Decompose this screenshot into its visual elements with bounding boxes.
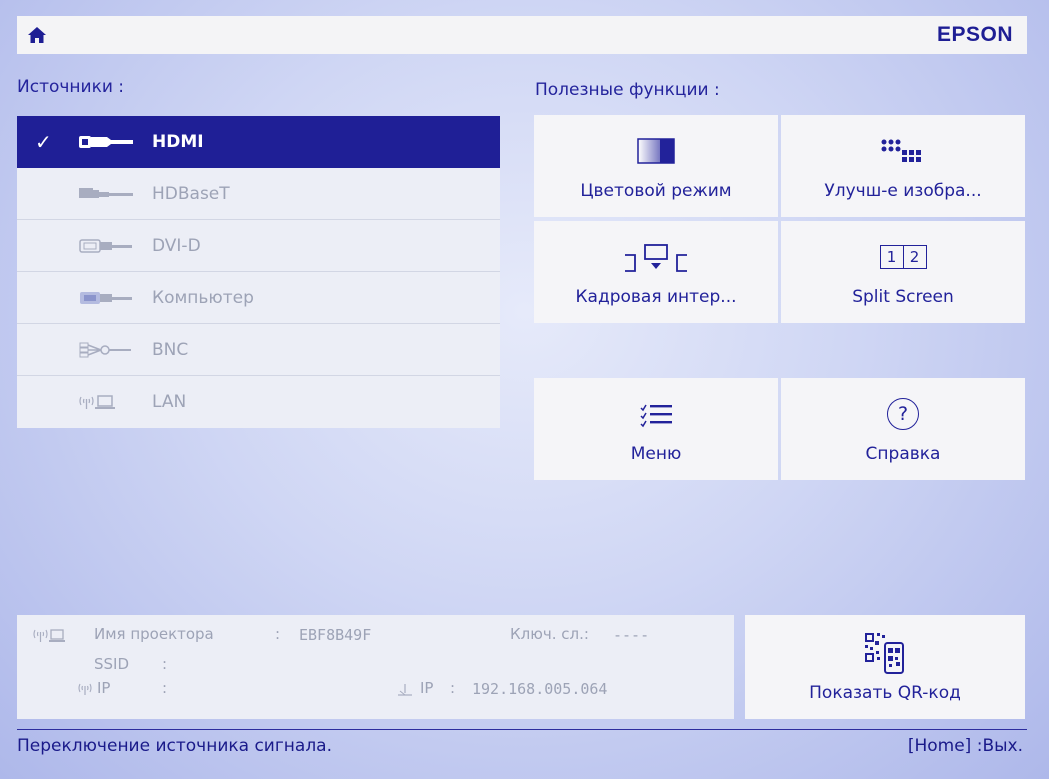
functions-title: Полезные функции : [535, 80, 720, 100]
ssid-separator: : [162, 655, 168, 673]
tile-label: Улучш-е изобра... [824, 181, 982, 201]
home-icon[interactable] [27, 25, 47, 45]
status-text: Переключение источника сигнала. [17, 736, 333, 756]
source-list: ✓ HDMI HDBaseT DVI-D Компьютер BNC LAN [17, 116, 500, 428]
help-icon: ? [887, 394, 919, 434]
qr-button-label: Показать QR-код [809, 683, 961, 703]
image-enhance-tile[interactable]: Улучш-е изобра... [781, 115, 1025, 217]
help-tile[interactable]: ? Справка [781, 378, 1025, 480]
split-screen-icon: 1 2 [879, 237, 927, 277]
image-enhance-icon [878, 131, 928, 171]
footer-divider [17, 729, 1027, 730]
tile-label: Split Screen [852, 287, 954, 307]
bnc-connector-icon [77, 341, 152, 359]
qr-phone-icon [863, 631, 907, 675]
projector-name-value: EBF8B49F [299, 626, 372, 644]
hdbaset-cable-icon [77, 185, 152, 203]
color-mode-tile[interactable]: Цветовой режим [534, 115, 778, 217]
tile-label: Справка [865, 444, 941, 464]
ssid-label: SSID [94, 655, 130, 673]
source-label: DVI-D [152, 235, 201, 256]
source-item-hdmi[interactable]: ✓ HDMI [17, 116, 500, 168]
split-screen-tile[interactable]: 1 2 Split Screen [781, 221, 1025, 323]
source-item-bnc[interactable]: BNC [17, 324, 500, 376]
source-item-hdbaset[interactable]: HDBaseT [17, 168, 500, 220]
keyword-label: Ключ. сл.: [510, 625, 589, 643]
show-qr-code-button[interactable]: Показать QR-код [745, 615, 1025, 719]
source-label: HDMI [152, 132, 204, 152]
wired-ip-separator: : [450, 679, 456, 697]
wireless-ip-label: IP [97, 679, 111, 697]
dvi-connector-icon [77, 237, 152, 255]
hdmi-cable-icon [77, 133, 152, 151]
lan-wireless-icon [77, 393, 152, 411]
vga-connector-icon [77, 289, 152, 307]
projector-name-label: Имя проектора [94, 625, 214, 643]
network-info-panel: Имя проектора : EBF8B49F Ключ. сл.: ----… [17, 615, 734, 719]
source-label: BNC [152, 339, 189, 360]
lan-wireless-icon [32, 627, 68, 647]
wired-ip-label: IP [420, 679, 434, 697]
keyword-value: ---- [613, 626, 650, 644]
frame-interpolation-tile[interactable]: Кадровая интер... [534, 221, 778, 323]
projector-name-separator: : [275, 625, 281, 643]
tile-label: Цветовой режим [580, 181, 732, 201]
source-label: HDBaseT [152, 183, 230, 204]
tile-label: Меню [630, 444, 682, 464]
brand-logo: EPSON [936, 23, 1013, 46]
wireless-signal-icon [77, 682, 93, 700]
source-label: LAN [152, 392, 187, 412]
menu-list-icon [638, 394, 674, 434]
wired-ip-value: 192.168.005.064 [472, 680, 608, 698]
menu-tile[interactable]: Меню [534, 378, 778, 480]
source-item-computer[interactable]: Компьютер [17, 272, 500, 324]
wireless-ip-separator: : [162, 679, 168, 697]
top-bar: EPSON [17, 16, 1027, 54]
source-item-lan[interactable]: LAN [17, 376, 500, 428]
source-label: Компьютер [152, 287, 254, 308]
color-mode-icon [634, 131, 678, 171]
sources-title: Источники : [17, 77, 125, 97]
check-icon: ✓ [35, 130, 52, 154]
source-item-dvi-d[interactable]: DVI-D [17, 220, 500, 272]
frame-interpolation-icon [621, 237, 691, 277]
tile-label: Кадровая интер... [575, 287, 737, 307]
wired-lan-icon [397, 683, 413, 701]
exit-hint: [Home] :Вых. [907, 736, 1023, 756]
